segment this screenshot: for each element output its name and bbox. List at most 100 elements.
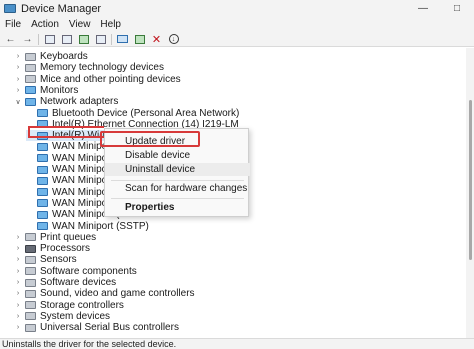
chevron-right-icon[interactable]: › <box>14 302 22 309</box>
scrollbar-thumb[interactable] <box>469 100 472 260</box>
tree-category-row[interactable]: › Sound, video and game controllers <box>14 288 195 299</box>
chevron-right-icon[interactable]: › <box>14 76 22 83</box>
chevron-right-icon[interactable]: › <box>14 256 22 263</box>
window-title: Device Manager <box>21 2 102 15</box>
network-adapter-icon <box>37 199 48 208</box>
context-properties[interactable]: Properties <box>105 201 250 214</box>
update-driver-icon[interactable] <box>133 34 146 45</box>
toolbar-separator <box>38 33 39 45</box>
maximize-button[interactable]: □ <box>440 0 474 17</box>
tree-category-row[interactable]: › Software components <box>14 266 137 277</box>
vertical-scrollbar[interactable] <box>466 48 474 338</box>
tree-row-label: Universal Serial Bus controllers <box>40 322 179 334</box>
chevron-right-icon[interactable]: › <box>14 53 22 60</box>
tree-row-label: Storage controllers <box>40 299 124 311</box>
chevron-right-icon[interactable]: › <box>14 268 22 275</box>
show-hide-pane-icon[interactable] <box>94 34 107 45</box>
tree-row-label: WAN Miniport (SSTP) <box>52 220 149 232</box>
monitor-icon <box>25 86 36 95</box>
chevron-right-icon[interactable]: › <box>14 313 22 320</box>
network-adapter-icon <box>37 210 48 219</box>
system-icon <box>25 312 36 321</box>
selected-row-highlight <box>28 126 104 138</box>
context-separator <box>111 180 244 181</box>
network-adapter-icon <box>37 142 48 151</box>
back-arrow-icon[interactable]: ← <box>4 34 17 45</box>
properties-window-icon[interactable] <box>43 34 56 45</box>
menu-action[interactable]: Action <box>26 19 64 30</box>
memory-icon <box>25 63 36 72</box>
tree-category-row[interactable]: › Software devices <box>14 277 116 288</box>
chevron-right-icon[interactable]: › <box>14 245 22 252</box>
tree-device-row[interactable]: WAN Miniport (SSTP) <box>26 221 149 232</box>
chevron-right-icon[interactable]: › <box>14 234 22 241</box>
context-scan-hardware[interactable]: Scan for hardware changes <box>105 182 250 195</box>
printer-icon <box>25 233 36 242</box>
storage-icon <box>25 301 36 310</box>
tree-row-label: Sound, video and game controllers <box>40 288 195 300</box>
context-uninstall-device[interactable]: Uninstall device <box>105 163 250 176</box>
tree-row-label: Processors <box>40 243 91 255</box>
title-bar: Device Manager — □ <box>0 0 474 17</box>
tree-category-row[interactable]: › Mice and other pointing devices <box>14 74 181 85</box>
tree-category-row[interactable]: › Keyboards <box>14 51 88 62</box>
tree-category-row[interactable]: ∨ Network adapters <box>14 96 118 107</box>
tree-category-row[interactable]: › Processors <box>14 243 90 254</box>
tree-category-row[interactable]: › Monitors <box>14 84 79 96</box>
chevron-right-icon[interactable]: › <box>14 87 22 94</box>
help-icon[interactable] <box>77 34 90 45</box>
tree-row-label: Software components <box>40 265 137 277</box>
status-bar: Uninstalls the driver for the selected d… <box>0 338 474 349</box>
sound-icon <box>25 289 36 298</box>
tree-category-row[interactable]: › System devices <box>14 311 110 322</box>
uninstall-x-icon[interactable]: ✕ <box>150 34 163 46</box>
window-controls: — □ <box>406 0 474 17</box>
minimize-button[interactable]: — <box>406 0 440 17</box>
tree-category-row[interactable]: › Storage controllers <box>14 300 124 311</box>
software-device-icon <box>25 278 36 287</box>
network-adapter-icon <box>37 154 48 163</box>
tree-row-label: Software devices <box>40 277 117 288</box>
sensor-icon <box>25 255 36 264</box>
forward-arrow-icon[interactable]: → <box>21 34 34 45</box>
tree-category-row[interactable]: › Print queues <box>14 232 96 243</box>
tree-row-label: Keyboards <box>40 51 88 62</box>
tree-device-row[interactable]: Bluetooth Device (Personal Area Network) <box>26 108 239 119</box>
tree-category-row[interactable]: › Sensors <box>14 254 77 265</box>
menu-bar: File Action View Help <box>0 17 474 32</box>
chevron-right-icon[interactable]: › <box>14 279 22 286</box>
tree-row-label: Sensors <box>40 254 77 266</box>
status-text: Uninstalls the driver for the selected d… <box>2 339 177 349</box>
context-separator <box>111 198 244 199</box>
scan-hardware-monitor-icon[interactable] <box>116 34 129 45</box>
mouse-icon <box>25 75 36 84</box>
network-icon <box>25 97 36 106</box>
tree-row-label: Memory technology devices <box>40 62 164 74</box>
download-circle-icon[interactable]: ↓ <box>167 34 180 45</box>
update-driver-highlight-box <box>100 131 200 147</box>
menu-help[interactable]: Help <box>95 19 126 30</box>
processor-icon <box>25 244 36 253</box>
tree-category-row[interactable]: › Universal Serial Bus controllers <box>14 322 179 333</box>
tree-row-label: Mice and other pointing devices <box>40 73 181 85</box>
list-view-icon[interactable] <box>60 34 73 45</box>
tree-row-label: System devices <box>40 310 111 322</box>
toolbar-separator <box>111 33 112 45</box>
chevron-right-icon[interactable]: › <box>14 324 22 331</box>
tree-row-label: Print queues <box>40 231 97 243</box>
device-manager-icon <box>4 4 16 13</box>
toolbar: ← → ✕ ↓ <box>0 32 474 47</box>
network-adapter-icon <box>37 188 48 197</box>
menu-view[interactable]: View <box>64 19 96 30</box>
tree-category-row[interactable]: › Memory technology devices <box>14 62 164 73</box>
tree-row-label: Network adapters <box>40 96 119 108</box>
network-adapter-icon <box>37 222 48 230</box>
tree-row-label: Monitors <box>40 84 79 96</box>
menu-file[interactable]: File <box>0 19 26 30</box>
chevron-right-icon[interactable]: › <box>14 64 22 71</box>
network-adapter-icon <box>37 165 48 174</box>
context-disable-device[interactable]: Disable device <box>105 149 250 162</box>
chevron-down-icon[interactable]: ∨ <box>14 98 22 106</box>
network-adapter-icon <box>37 109 48 117</box>
chevron-right-icon[interactable]: › <box>14 290 22 297</box>
